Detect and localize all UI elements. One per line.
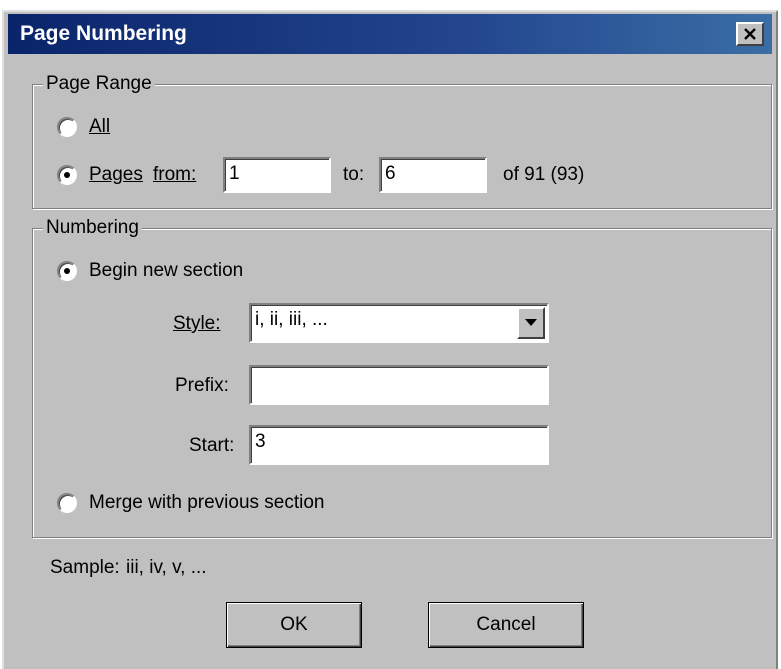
from-label: from: (153, 164, 197, 185)
ok-button[interactable]: OK (226, 602, 362, 648)
all-label[interactable]: All (89, 115, 110, 139)
style-dropdown-button[interactable] (517, 307, 545, 339)
page-numbering-dialog: Page Numbering Page Range All Pages from… (2, 10, 778, 669)
page-count-text: of 91 (93) (503, 164, 585, 185)
numbering-legend: Numbering (43, 217, 142, 239)
radio-selected-dot (64, 172, 70, 178)
style-label: Style: (173, 313, 221, 334)
from-input[interactable]: 1 (223, 157, 331, 193)
begin-new-section-label[interactable]: Begin new section (89, 259, 243, 283)
start-label: Start: (189, 435, 235, 456)
radio-selected-dot (64, 268, 70, 274)
chevron-down-icon (525, 319, 537, 326)
sample-value: iii, iv, v, ... (126, 557, 207, 578)
page-range-legend: Page Range (43, 73, 155, 95)
style-select[interactable]: i, ii, iii, ... (249, 303, 549, 343)
pages-label[interactable]: Pages (89, 163, 143, 187)
merge-previous-radio[interactable] (57, 493, 77, 513)
page-range-group: Page Range All Pages from: 1 to: 6 of 91… (32, 73, 772, 209)
close-icon (744, 28, 756, 40)
to-label: to: (343, 164, 365, 185)
pages-radio[interactable] (57, 165, 77, 185)
close-button[interactable] (736, 22, 764, 46)
begin-new-section-radio[interactable] (57, 261, 77, 281)
to-input[interactable]: 6 (379, 157, 487, 193)
sample-label: Sample: (50, 557, 120, 578)
dialog-title: Page Numbering (20, 22, 187, 45)
prefix-input[interactable] (249, 365, 549, 405)
style-select-value: i, ii, iii, ... (255, 309, 328, 330)
merge-previous-label[interactable]: Merge with previous section (89, 491, 325, 515)
all-radio[interactable] (57, 117, 77, 137)
start-input[interactable]: 3 (249, 425, 549, 465)
prefix-label: Prefix: (175, 375, 229, 396)
cancel-button[interactable]: Cancel (428, 602, 584, 648)
title-bar: Page Numbering (8, 14, 772, 54)
numbering-group: Numbering Begin new section Style: i, ii… (32, 217, 772, 538)
